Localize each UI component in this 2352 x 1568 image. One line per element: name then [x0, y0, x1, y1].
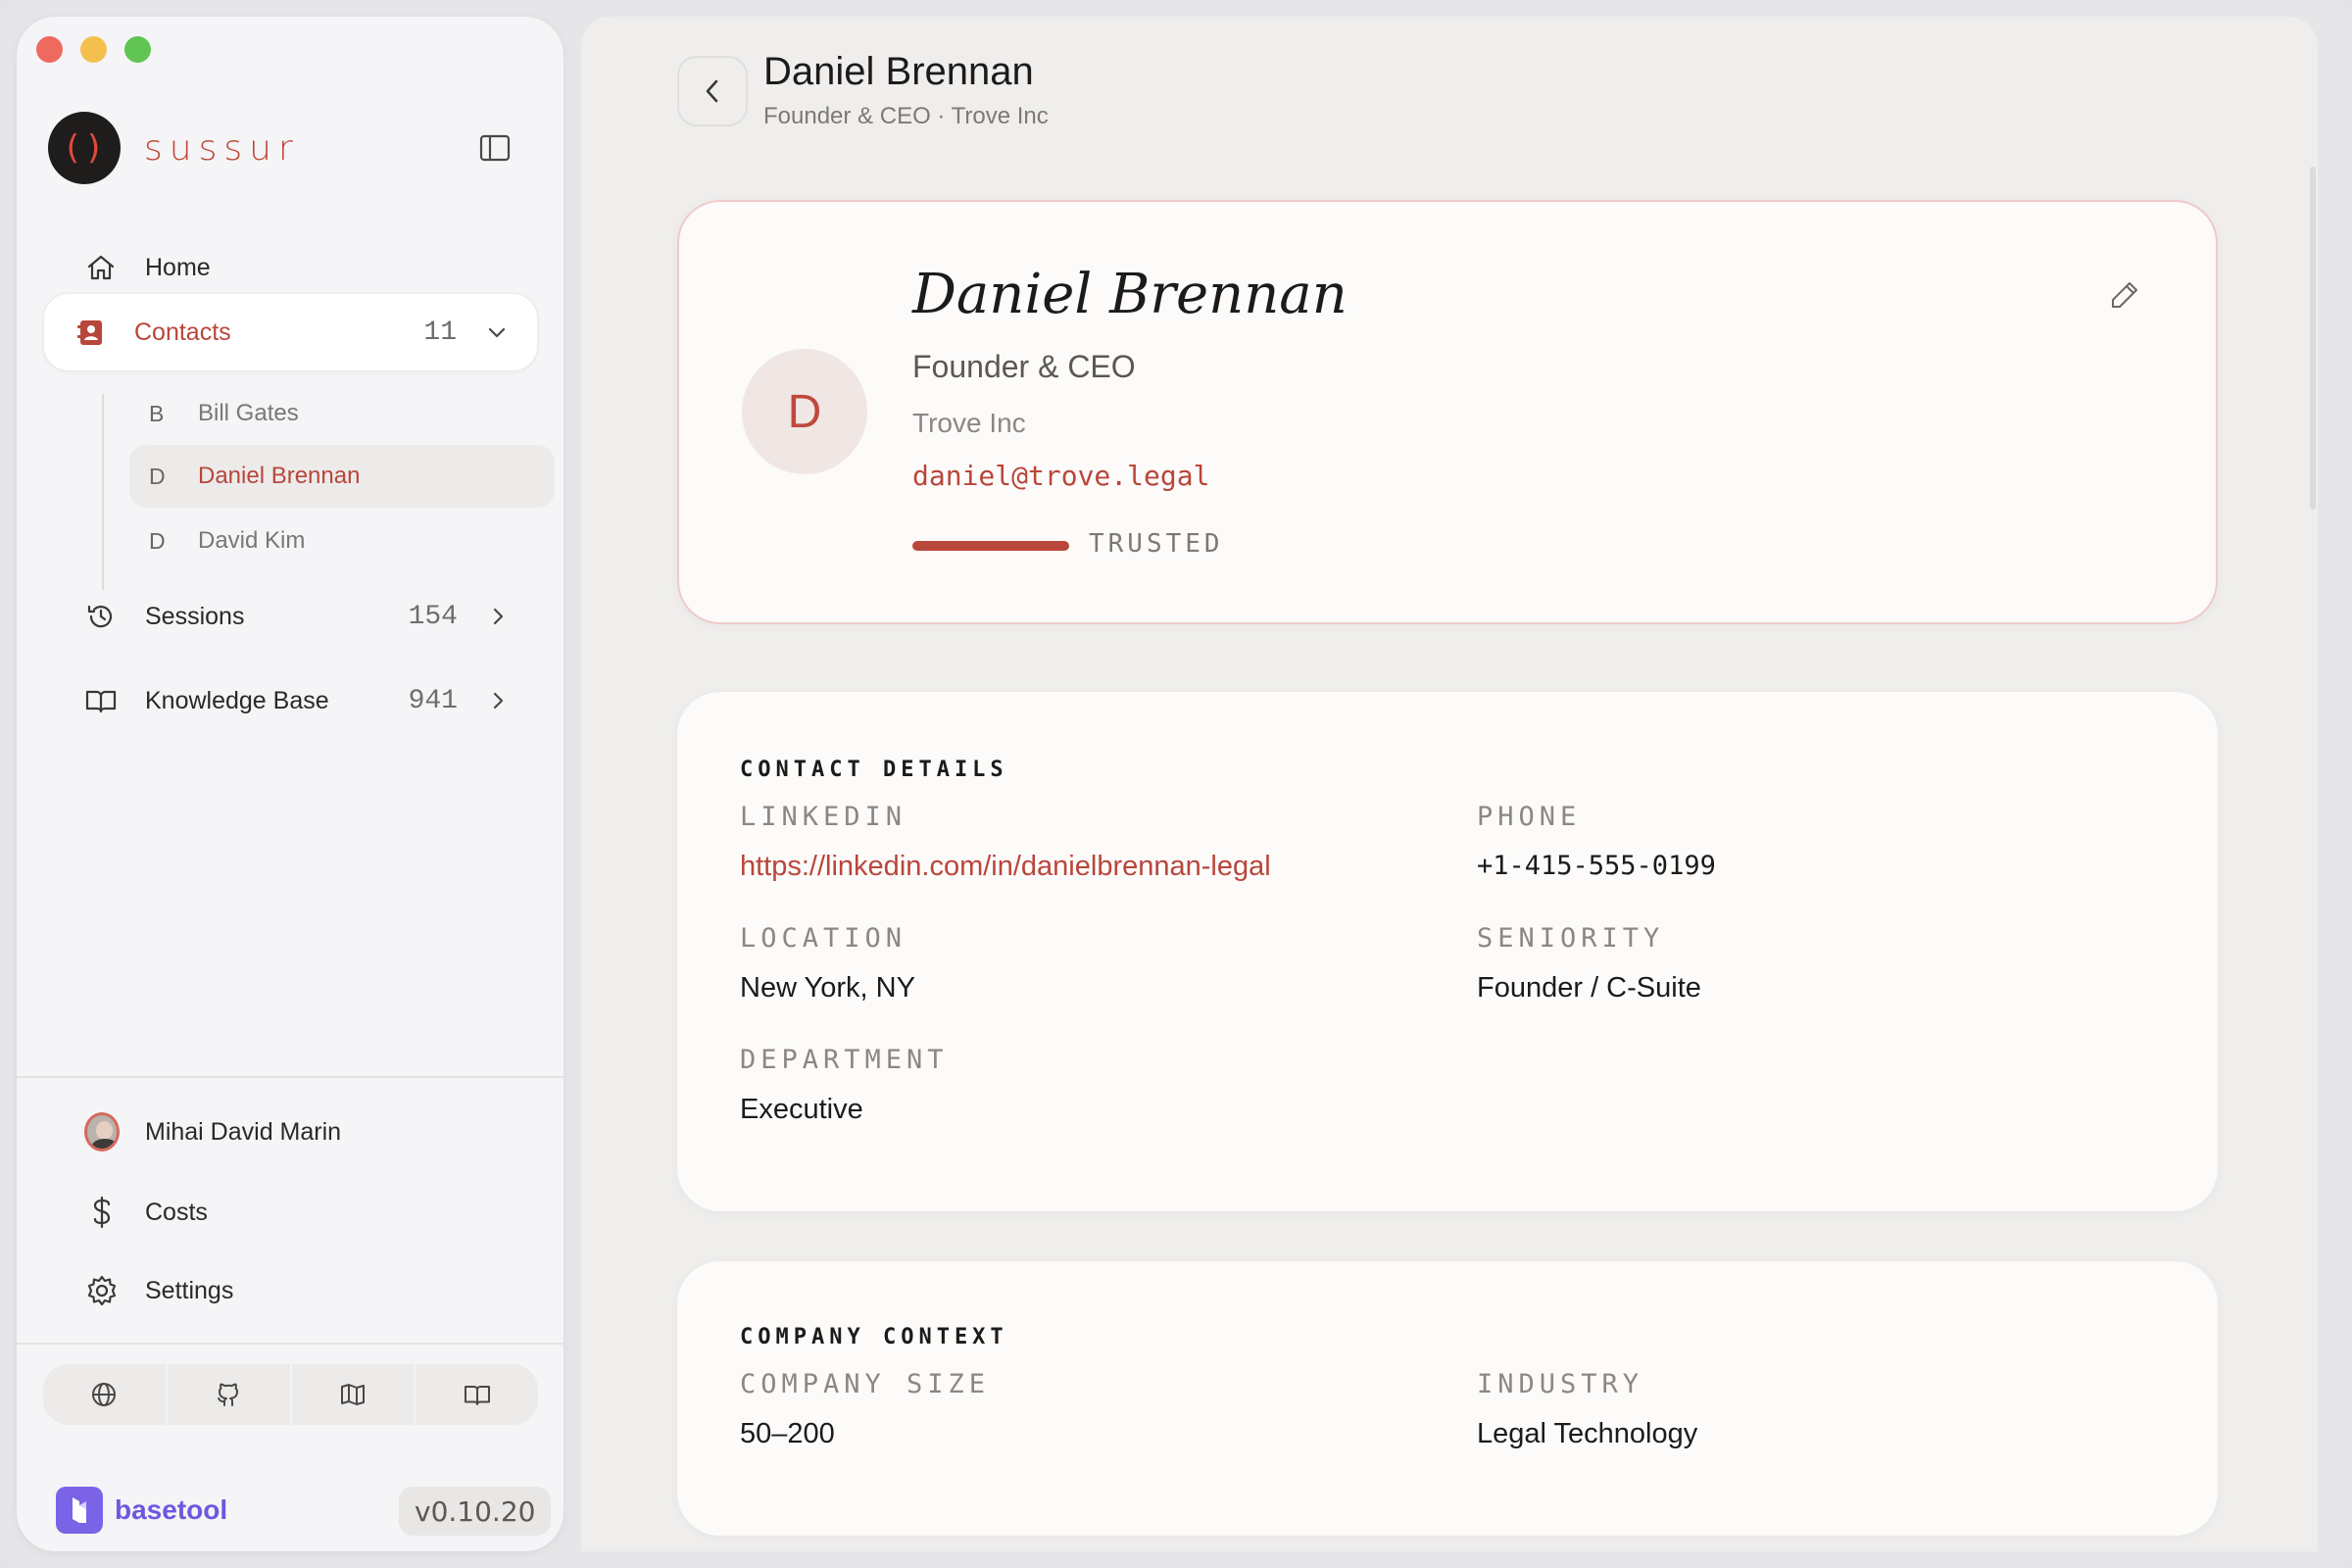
maximize-window-button[interactable] [124, 36, 151, 63]
company-context-card: COMPANY CONTEXT COMPANY SIZE 50–200 INDU… [677, 1261, 2218, 1536]
github-icon [218, 1383, 239, 1406]
close-window-button[interactable] [36, 36, 63, 63]
scrollbar-thumb[interactable] [2310, 167, 2316, 510]
sidebar-toggle-icon[interactable] [479, 134, 511, 162]
contact-name: Daniel Brennan [198, 463, 361, 489]
brand: () sussur [48, 112, 300, 184]
contact-details-card: CONTACT DETAILS LINKEDIN https://linkedi… [677, 692, 2218, 1211]
contact-name: David Kim [198, 527, 306, 554]
history-icon [84, 600, 118, 633]
website-link[interactable] [43, 1364, 168, 1425]
contact-item-bill-gates[interactable]: B Bill Gates [129, 382, 555, 445]
basetool-brand[interactable]: basetool [56, 1487, 227, 1534]
nav-knowledge-base[interactable]: Knowledge Base 941 [43, 662, 538, 740]
nav-knowledge-base-label: Knowledge Base [145, 686, 329, 714]
main-content: Daniel Brennan Founder & CEO · Trove Inc… [581, 17, 2318, 1551]
nav-sessions[interactable]: Sessions 154 [43, 577, 538, 656]
contacts-icon [74, 316, 107, 349]
contact-name: Bill Gates [198, 400, 299, 426]
brand-name: sussur [144, 127, 300, 169]
linkedin-label: LINKEDIN [740, 802, 907, 832]
knowledge-base-count: 941 [408, 685, 458, 716]
nav-contacts[interactable]: Contacts 11 [43, 293, 538, 371]
sidebar-divider [17, 1076, 564, 1078]
contact-item-david-kim[interactable]: D David Kim [129, 510, 555, 572]
industry-label: INDUSTRY [1477, 1369, 1644, 1399]
dollar-icon [84, 1195, 120, 1230]
user-profile[interactable]: Mihai David Marin [43, 1101, 538, 1163]
window-controls [36, 36, 151, 63]
trust-bar [912, 541, 1069, 551]
contact-initial: D [149, 463, 166, 489]
seniority-value: Founder / C-Suite [1477, 972, 1701, 1004]
chevron-right-icon[interactable] [487, 606, 509, 627]
back-button[interactable] [677, 56, 748, 126]
user-avatar [84, 1112, 120, 1152]
map-icon [340, 1384, 365, 1405]
chevron-right-icon[interactable] [487, 690, 509, 711]
page-title: Daniel Brennan [763, 50, 1034, 93]
page-subtitle: Founder & CEO · Trove Inc [763, 103, 1049, 129]
basetool-name: basetool [115, 1494, 228, 1525]
company-size-value: 50–200 [740, 1418, 835, 1449]
nav-sessions-label: Sessions [145, 602, 245, 630]
docs-link[interactable] [416, 1364, 538, 1425]
company-size-label: COMPANY SIZE [740, 1369, 991, 1399]
chevron-down-icon[interactable] [486, 321, 508, 343]
seniority-label: SENIORITY [1477, 923, 1665, 954]
phone-label: PHONE [1477, 802, 1582, 832]
version-badge: v0.10.20 [399, 1487, 552, 1536]
profile-company: Trove Inc [912, 408, 1026, 438]
minimize-window-button[interactable] [80, 36, 107, 63]
linkedin-link[interactable]: https://linkedin.com/in/danielbrennan-le… [740, 851, 1271, 883]
contacts-count: 11 [423, 317, 457, 348]
trust-label: TRUSTED [1089, 529, 1224, 559]
nav-home-label: Home [145, 253, 211, 281]
nav-settings[interactable]: Settings [43, 1259, 538, 1322]
gear-icon [84, 1273, 120, 1308]
nav-contacts-label: Contacts [134, 318, 231, 346]
nav-costs[interactable]: Costs [43, 1181, 538, 1244]
department-label: DEPARTMENT [740, 1045, 949, 1075]
industry-value: Legal Technology [1477, 1418, 1698, 1449]
edit-pencil-icon[interactable] [2108, 278, 2141, 312]
sessions-count: 154 [408, 601, 458, 632]
app-window: () sussur Home Contacts 11 B Bill Gates … [0, 0, 2352, 1568]
globe-icon [92, 1383, 117, 1406]
chevron-left-icon [706, 79, 718, 103]
home-icon [84, 251, 118, 284]
section-title: COMPANY CONTEXT [740, 1325, 1008, 1349]
book-icon [84, 684, 118, 717]
avatar [84, 1112, 120, 1152]
department-value: Executive [740, 1094, 863, 1125]
contacts-tree-line [102, 394, 104, 590]
profile-avatar: D [742, 349, 867, 474]
profile-email[interactable]: daniel@trove.legal [912, 460, 1209, 492]
location-value: New York, NY [740, 972, 915, 1004]
settings-label: Settings [145, 1276, 234, 1304]
brand-logo: () [48, 112, 121, 184]
section-title: CONTACT DETAILS [740, 758, 1008, 782]
github-link[interactable] [168, 1364, 292, 1425]
trust-bar-fill [912, 541, 1069, 551]
profile-title: Founder & CEO [912, 349, 1136, 384]
profile-name: Daniel Brennan [912, 263, 1348, 326]
sidebar: () sussur Home Contacts 11 B Bill Gates … [17, 17, 564, 1551]
contact-item-daniel-brennan[interactable]: D Daniel Brennan [129, 445, 555, 508]
contact-initial: D [149, 527, 166, 554]
roadmap-link[interactable] [292, 1364, 416, 1425]
contact-initial: B [149, 400, 165, 426]
user-name: Mihai David Marin [145, 1117, 342, 1146]
docs-icon [464, 1386, 490, 1405]
sidebar-divider [17, 1343, 564, 1345]
costs-label: Costs [145, 1198, 208, 1226]
profile-card: D Daniel Brennan Founder & CEO Trove Inc… [677, 200, 2218, 624]
basetool-logo-icon [56, 1487, 103, 1534]
social-links-bar [43, 1364, 538, 1425]
location-label: LOCATION [740, 923, 907, 954]
phone-value: +1-415-555-0199 [1477, 851, 1716, 881]
